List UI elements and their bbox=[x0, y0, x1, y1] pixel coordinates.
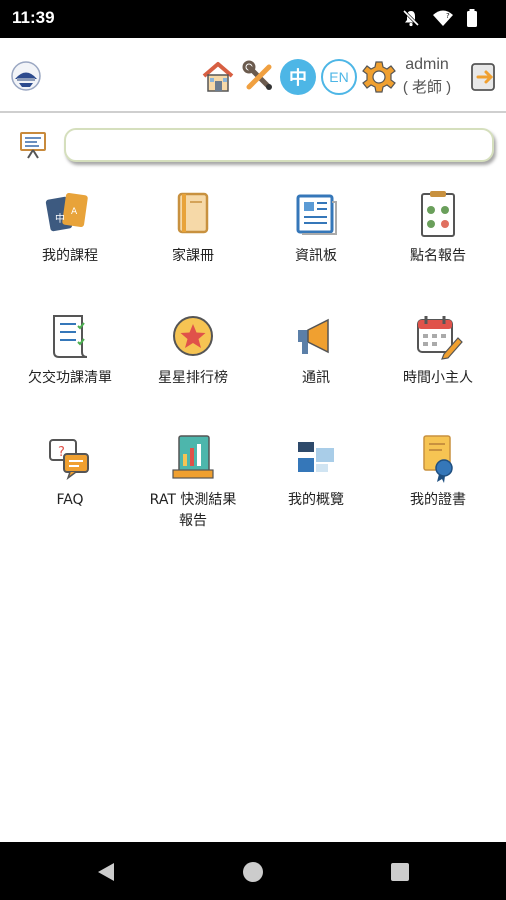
tile-label: 時間小主人 bbox=[403, 370, 473, 386]
mute-icon bbox=[402, 9, 420, 27]
recents-icon[interactable] bbox=[388, 860, 412, 884]
svg-text:A: A bbox=[71, 207, 78, 217]
tile-faq[interactable]: ? FAQ bbox=[7, 432, 133, 511]
school-logo[interactable] bbox=[10, 60, 42, 92]
tile-label: 欠交功課清單 bbox=[28, 370, 112, 386]
battery-icon bbox=[467, 9, 477, 27]
tile-label: 星星排行榜 bbox=[158, 370, 228, 386]
certificate-icon bbox=[423, 435, 453, 483]
tile-label: 點名報告 bbox=[410, 248, 466, 264]
tile-my-overview[interactable]: 我的概覽 bbox=[253, 432, 379, 511]
search-row bbox=[0, 122, 506, 170]
svg-text:中: 中 bbox=[55, 212, 65, 225]
user-info: admin ( 老師 ) bbox=[400, 56, 454, 97]
tile-label: 通訊 bbox=[302, 370, 330, 386]
tile-communication[interactable]: 通訊 bbox=[253, 310, 379, 389]
tools-icon bbox=[242, 60, 272, 90]
homework-book-icon bbox=[177, 192, 209, 234]
tile-time-master[interactable]: 時間小主人 bbox=[375, 310, 501, 389]
tile-info-board[interactable]: 資訊板 bbox=[253, 188, 379, 267]
courses-icon: 中 A bbox=[45, 193, 88, 232]
logout-button[interactable] bbox=[464, 58, 502, 96]
logout-icon bbox=[471, 63, 495, 91]
tools-button[interactable] bbox=[240, 58, 278, 96]
megaphone-icon bbox=[298, 318, 329, 354]
home-circle-icon[interactable] bbox=[241, 860, 265, 884]
gear-icon bbox=[362, 61, 396, 93]
wifi-icon: ? bbox=[433, 10, 453, 26]
home-icon bbox=[202, 62, 234, 92]
tile-label: 我的課程 bbox=[42, 248, 98, 264]
svg-text:?: ? bbox=[446, 12, 450, 20]
tile-label: 我的證書 bbox=[410, 492, 466, 508]
tile-missing-homework[interactable]: 欠交功課清單 bbox=[7, 310, 133, 389]
tile-label: 家課冊 bbox=[172, 248, 214, 264]
rat-report-icon bbox=[172, 435, 214, 479]
app-header: 中 EN admin ( 老師 ) bbox=[0, 38, 506, 113]
tile-attendance-report[interactable]: 點名報告 bbox=[375, 188, 501, 267]
info-board-icon bbox=[296, 194, 337, 235]
tile-label: RAT 快測結果報告 bbox=[149, 492, 237, 529]
tile-rat-report[interactable]: RAT 快測結果報告 bbox=[130, 432, 256, 532]
tile-label: 資訊板 bbox=[295, 248, 337, 264]
lang-en-button[interactable]: EN bbox=[321, 59, 357, 95]
overview-icon bbox=[298, 442, 334, 472]
whiteboard-icon bbox=[20, 132, 46, 159]
faq-icon: ? bbox=[49, 439, 89, 481]
settings-button[interactable] bbox=[360, 58, 398, 96]
status-bar: 11:39 ? bbox=[0, 0, 506, 38]
tile-star-ranking[interactable]: 星星排行榜 bbox=[130, 310, 256, 389]
back-icon[interactable] bbox=[94, 860, 118, 884]
lang-zh-button[interactable]: 中 bbox=[280, 59, 316, 95]
user-role: ( 老師 ) bbox=[402, 79, 452, 96]
missing-homework-icon bbox=[53, 315, 88, 358]
status-time: 11:39 bbox=[12, 8, 55, 27]
system-nav-bar bbox=[0, 842, 506, 900]
home-button[interactable] bbox=[199, 58, 237, 96]
tile-my-certificates[interactable]: 我的證書 bbox=[375, 432, 501, 511]
tile-my-courses[interactable]: 中 A 我的課程 bbox=[7, 188, 133, 267]
attendance-report-icon bbox=[421, 191, 455, 237]
search-input[interactable] bbox=[64, 128, 494, 162]
tile-homework-book[interactable]: 家課冊 bbox=[130, 188, 256, 267]
user-name: admin bbox=[405, 56, 449, 73]
tile-label: FAQ bbox=[56, 492, 84, 508]
tile-label: 我的概覽 bbox=[288, 492, 344, 508]
star-ranking-icon bbox=[173, 316, 213, 356]
calendar-icon bbox=[417, 316, 463, 360]
